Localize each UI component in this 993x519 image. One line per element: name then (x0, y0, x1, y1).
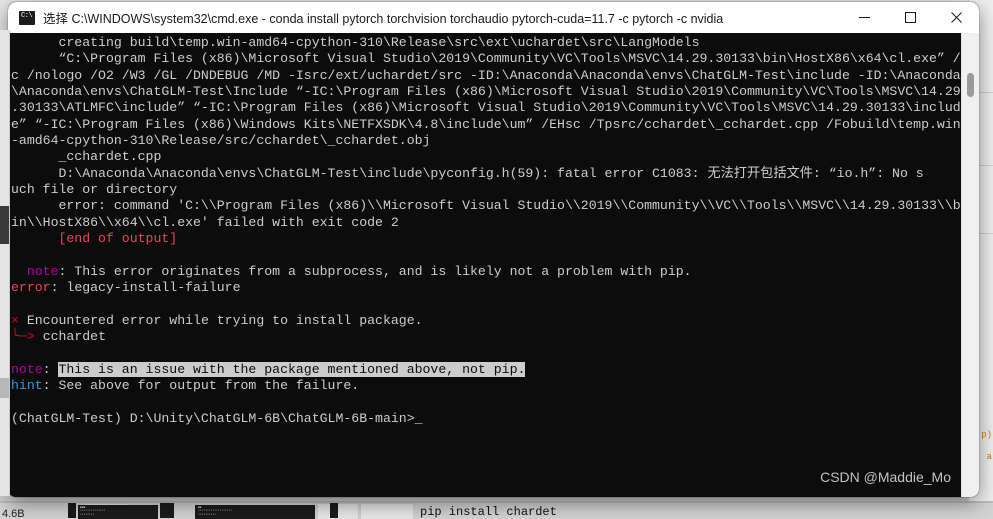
terminal-span: : (42, 361, 59, 377)
terminal-line: note: This error originates from a subpr… (11, 264, 961, 280)
terminal-span: × (11, 312, 19, 328)
cmd-icon: C:\ (19, 10, 35, 25)
terminal-span: Encountered error while trying to instal… (18, 312, 423, 328)
taskbar-thumb[interactable]: ■■ ▪▪▪▪▪▪▪▪▪▪▪▪▪▪▪▪▪▪▪ ▪▪▪▪▪▪▪▪▪▪ (195, 505, 315, 519)
terminal-span: creating build\temp.win-amd64-cpython-31… (11, 35, 700, 50)
minimize-button[interactable] (841, 2, 887, 33)
terminal-span: : legacy-install-failure (50, 280, 241, 296)
cmd-icon-glyph: C:\ (21, 11, 33, 20)
terminal-text: creating build\temp.win-amd64-cpython-31… (11, 35, 961, 427)
minimize-icon (858, 17, 870, 18)
background-scroll-thumb-secondary[interactable] (0, 378, 9, 398)
terminal-line: uch file or directory (11, 182, 961, 198)
title-bar-left: C:\ 选择 C:\WINDOWS\system32\cmd.exe - con… (8, 8, 841, 27)
taskbar-thumb[interactable] (360, 503, 414, 519)
terminal-line: “C:\Program Files (x86)\Microsoft Visual… (11, 51, 961, 67)
terminal-span: _ (414, 410, 423, 426)
terminal-line: (ChatGLM-Test) D:\Unity\ChatGLM-6B\ChatG… (11, 411, 961, 427)
watermark: CSDN @Maddie_Mo (820, 469, 951, 485)
terminal-span: _cchardet.cpp (11, 149, 162, 165)
terminal-line: error: command 'C:\\Program Files (x86)\… (11, 198, 961, 214)
terminal-line: _cchardet.cpp (11, 149, 961, 165)
terminal-span: : See above for output from the failure. (42, 378, 360, 394)
maximize-button[interactable] (887, 2, 933, 33)
terminal-line: hint: See above for output from the fail… (11, 378, 961, 394)
terminal-span: -amd64-cpython-310\Release/src/cchardet\… (11, 133, 431, 149)
terminal-line: [end of output] (11, 231, 961, 247)
terminal-span: note (11, 361, 43, 377)
terminal-span: e” “-IC:\Program Files (x86)\Windows Kit… (11, 116, 961, 132)
terminal-span: .30133\ATLMFC\include” “-IC:\Program Fil… (11, 100, 961, 116)
taskbar-top-rule (0, 502, 993, 503)
terminal-span: (ChatGLM-Test) D:\Unity\ChatGLM-6B\ChatG… (11, 410, 415, 426)
terminal-span: c /nologo /O2 /W3 /GL /DNDEBUG /MD -Isrc… (11, 67, 961, 83)
terminal-span: D:\Anaconda\Anaconda\envs\ChatGLM-Test\i… (11, 165, 924, 181)
terminal-span: cchardet (34, 329, 107, 345)
close-button[interactable] (933, 2, 979, 33)
close-icon (950, 12, 962, 23)
terminal-line: -amd64-cpython-310\Release/src/cchardet\… (11, 133, 961, 149)
background-right-text-2: a (986, 452, 992, 462)
taskbar-thumb[interactable] (317, 503, 359, 519)
terminal-span: error (11, 280, 51, 296)
taskbar-thumb[interactable] (160, 503, 174, 518)
terminal-span: ╰─> (11, 329, 35, 345)
terminal-line: × Encountered error while trying to inst… (11, 313, 961, 329)
taskbar-thumb[interactable] (68, 503, 76, 518)
cmd-console-window[interactable]: C:\ 选择 C:\WINDOWS\system32\cmd.exe - con… (8, 2, 979, 497)
window-title: 选择 C:\WINDOWS\system32\cmd.exe - conda i… (43, 12, 724, 26)
terminal-span: uch file or directory (11, 182, 178, 198)
terminal-span: note (11, 263, 59, 279)
terminal-span: in\\HostX86\\x64\\cl.exe' failed with ex… (11, 214, 399, 230)
terminal-span: [end of output] (11, 231, 178, 247)
terminal-span: hint (11, 378, 43, 394)
terminal-line: \Anaconda\envs\ChatGLM-Test\Include “-IC… (11, 84, 961, 100)
window-controls (841, 2, 979, 33)
terminal-output-area[interactable]: creating build\temp.win-amd64-cpython-31… (8, 33, 979, 497)
taskbar-thumb[interactable]: ■■■ ▪▪▪▪▪▪▪▪▪▪▪▪▪▪ ▪▪▪▪▪▪▪▪ (78, 505, 158, 519)
terminal-line: D:\Anaconda\Anaconda\envs\ChatGLM-Test\i… (11, 166, 961, 182)
background-left-scrollbar[interactable] (0, 30, 10, 496)
terminal-line: in\\HostX86\\x64\\cl.exe' failed with ex… (11, 215, 961, 231)
terminal-vertical-scrollbar[interactable] (961, 33, 979, 497)
terminal-span: : This error originates from a subproces… (58, 263, 692, 279)
terminal-line: e” “-IC:\Program Files (x86)\Windows Kit… (11, 117, 961, 133)
terminal-span: error: command 'C:\\Program Files (x86)\… (11, 198, 961, 214)
terminal-line: creating build\temp.win-amd64-cpython-31… (11, 35, 961, 51)
background-scroll-thumb[interactable] (0, 206, 9, 244)
terminal-line: note: This is an issue with the package … (11, 361, 961, 378)
terminal-line: ╰─> cchardet (11, 329, 961, 345)
background-taskbar[interactable]: 4.6B ■■■ ▪▪▪▪▪▪▪▪▪▪▪▪▪▪ ▪▪▪▪▪▪▪▪ ■■ ▪▪▪▪… (0, 501, 993, 519)
maximize-icon (904, 12, 916, 23)
background-right-text-1: p) (981, 430, 992, 440)
terminal-span: \Anaconda\envs\ChatGLM-Test\Include “-IC… (11, 84, 961, 100)
terminal-span: This is an issue with the package mentio… (58, 361, 526, 377)
terminal-line: .30133\ATLMFC\include” “-IC:\Program Fil… (11, 100, 961, 116)
terminal-line: c /nologo /O2 /W3 /GL /DNDEBUG /MD -Isrc… (11, 68, 961, 84)
title-bar[interactable]: C:\ 选择 C:\WINDOWS\system32\cmd.exe - con… (8, 2, 979, 33)
taskbar-command-label: pip install chardet (420, 505, 557, 519)
taskbar-thumb[interactable] (330, 503, 338, 518)
terminal-scroll-thumb[interactable] (967, 73, 974, 97)
terminal-span: “C:\Program Files (x86)\Microsoft Visual… (11, 51, 961, 67)
terminal-line: error: legacy-install-failure (11, 280, 961, 296)
taskbar-left-label: 4.6B (2, 508, 25, 519)
screen-root: p) a 4.6B ■■■ ▪▪▪▪▪▪▪▪▪▪▪▪▪▪ ▪▪▪▪▪▪▪▪ ■■… (0, 0, 993, 519)
